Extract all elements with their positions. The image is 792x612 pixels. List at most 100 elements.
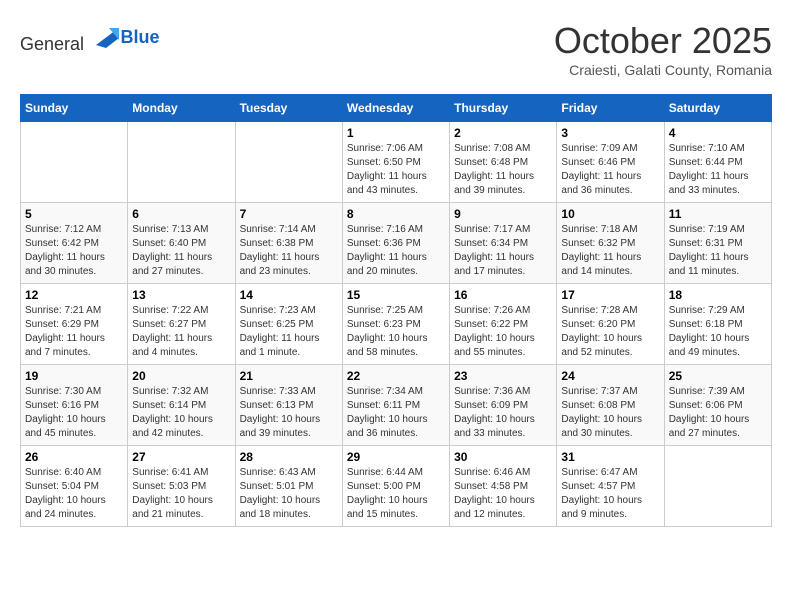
day-info: Sunrise: 7:13 AM Sunset: 6:40 PM Dayligh… (132, 223, 230, 279)
calendar-cell: 18 Sunrise: 7:29 AM Sunset: 6:18 PM Dayli… (664, 284, 771, 365)
day-info: Sunrise: 6:47 AM Sunset: 4:57 PM Dayligh… (561, 466, 659, 522)
calendar-week-row: 26Sunrise: 6:40 AM Sunset: 5:04 PM Dayli… (21, 446, 772, 527)
day-number: 11 (669, 207, 767, 221)
day-number: 8 (347, 207, 445, 221)
calendar-cell: 19 Sunrise: 7:30 AM Sunset: 6:16 PM Dayli… (21, 365, 128, 446)
weekday-header-friday: Friday (557, 95, 664, 122)
day-number: 3 (561, 126, 659, 140)
day-number: 7 (240, 207, 338, 221)
day-number: 10 (561, 207, 659, 221)
day-info: Sunrise: 7:17 AM Sunset: 6:34 PM Dayligh… (454, 223, 552, 279)
logo-blue: Blue (121, 27, 160, 47)
calendar-cell: 1 Sunrise: 7:06 AM Sunset: 6:50 PM Daylig… (342, 122, 449, 203)
calendar-cell: 2 Sunrise: 7:08 AM Sunset: 6:48 PM Daylig… (450, 122, 557, 203)
calendar-cell: 8 Sunrise: 7:16 AM Sunset: 6:36 PM Daylig… (342, 203, 449, 284)
day-number: 13 (132, 288, 230, 302)
calendar-cell: 16 Sunrise: 7:26 AM Sunset: 6:22 PM Dayli… (450, 284, 557, 365)
day-info: Sunrise: 7:33 AM Sunset: 6:13 PM Dayligh… (240, 385, 338, 441)
calendar-cell: 13 Sunrise: 7:22 AM Sunset: 6:27 PM Dayli… (128, 284, 235, 365)
calendar-cell: 11 Sunrise: 7:19 AM Sunset: 6:31 PM Dayli… (664, 203, 771, 284)
day-info: Sunrise: 7:23 AM Sunset: 6:25 PM Dayligh… (240, 304, 338, 360)
day-number: 23 (454, 369, 552, 383)
calendar-cell: 22Sunrise: 7:34 AM Sunset: 6:11 PM Dayli… (342, 365, 449, 446)
calendar-cell (664, 446, 771, 527)
day-number: 17 (561, 288, 659, 302)
calendar-cell: 14Sunrise: 7:23 AM Sunset: 6:25 PM Dayli… (235, 284, 342, 365)
day-info: Sunrise: 6:44 AM Sunset: 5:00 PM Dayligh… (347, 466, 445, 522)
title-block: October 2025 Craiesti, Galati County, Ro… (554, 20, 772, 78)
day-number: 5 (25, 207, 123, 221)
day-number: 24 (561, 369, 659, 383)
page-header: General Blue October 2025 Craiesti, Gala… (20, 20, 772, 78)
calendar-cell: 23 Sunrise: 7:36 AM Sunset: 6:09 PM Dayli… (450, 365, 557, 446)
day-number: 19 (25, 369, 123, 383)
day-info: Sunrise: 7:14 AM Sunset: 6:38 PM Dayligh… (240, 223, 338, 279)
day-number: 15 (347, 288, 445, 302)
weekday-header-tuesday: Tuesday (235, 95, 342, 122)
day-number: 25 (669, 369, 767, 383)
calendar-cell: 26Sunrise: 6:40 AM Sunset: 5:04 PM Dayli… (21, 446, 128, 527)
calendar-cell: 3 Sunrise: 7:09 AM Sunset: 6:46 PM Daylig… (557, 122, 664, 203)
day-info: Sunrise: 7:28 AM Sunset: 6:20 PM Dayligh… (561, 304, 659, 360)
day-number: 2 (454, 126, 552, 140)
calendar-cell: 20Sunrise: 7:32 AM Sunset: 6:14 PM Dayli… (128, 365, 235, 446)
day-info: Sunrise: 6:41 AM Sunset: 5:03 PM Dayligh… (132, 466, 230, 522)
day-number: 26 (25, 450, 123, 464)
day-number: 29 (347, 450, 445, 464)
calendar-cell (235, 122, 342, 203)
day-number: 22 (347, 369, 445, 383)
day-info: Sunrise: 6:43 AM Sunset: 5:01 PM Dayligh… (240, 466, 338, 522)
calendar-cell: 6 Sunrise: 7:13 AM Sunset: 6:40 PM Daylig… (128, 203, 235, 284)
calendar-week-row: 12Sunrise: 7:21 AM Sunset: 6:29 PM Dayli… (21, 284, 772, 365)
calendar-cell: 15 Sunrise: 7:25 AM Sunset: 6:23 PM Dayli… (342, 284, 449, 365)
calendar-cell: 30Sunrise: 6:46 AM Sunset: 4:58 PM Dayli… (450, 446, 557, 527)
calendar-table: SundayMondayTuesdayWednesdayThursdayFrid… (20, 94, 772, 527)
day-info: Sunrise: 7:30 AM Sunset: 6:16 PM Dayligh… (25, 385, 123, 441)
calendar-cell (21, 122, 128, 203)
day-info: Sunrise: 7:09 AM Sunset: 6:46 PM Dayligh… (561, 142, 659, 198)
calendar-cell: 28 Sunrise: 6:43 AM Sunset: 5:01 PM Dayli… (235, 446, 342, 527)
day-number: 27 (132, 450, 230, 464)
day-number: 16 (454, 288, 552, 302)
calendar-cell: 17 Sunrise: 7:28 AM Sunset: 6:20 PM Dayli… (557, 284, 664, 365)
day-number: 18 (669, 288, 767, 302)
calendar-cell: 7 Sunrise: 7:14 AM Sunset: 6:38 PM Daylig… (235, 203, 342, 284)
day-number: 12 (25, 288, 123, 302)
day-info: Sunrise: 7:36 AM Sunset: 6:09 PM Dayligh… (454, 385, 552, 441)
day-info: Sunrise: 7:12 AM Sunset: 6:42 PM Dayligh… (25, 223, 123, 279)
day-number: 1 (347, 126, 445, 140)
calendar-cell: 31 Sunrise: 6:47 AM Sunset: 4:57 PM Dayli… (557, 446, 664, 527)
day-info: Sunrise: 7:16 AM Sunset: 6:36 PM Dayligh… (347, 223, 445, 279)
day-number: 28 (240, 450, 338, 464)
day-info: Sunrise: 7:37 AM Sunset: 6:08 PM Dayligh… (561, 385, 659, 441)
calendar-week-row: 19 Sunrise: 7:30 AM Sunset: 6:16 PM Dayli… (21, 365, 772, 446)
weekday-header-saturday: Saturday (664, 95, 771, 122)
day-number: 4 (669, 126, 767, 140)
day-number: 31 (561, 450, 659, 464)
day-info: Sunrise: 7:06 AM Sunset: 6:50 PM Dayligh… (347, 142, 445, 198)
day-info: Sunrise: 7:18 AM Sunset: 6:32 PM Dayligh… (561, 223, 659, 279)
day-info: Sunrise: 7:19 AM Sunset: 6:31 PM Dayligh… (669, 223, 767, 279)
day-info: Sunrise: 7:39 AM Sunset: 6:06 PM Dayligh… (669, 385, 767, 441)
day-info: Sunrise: 6:46 AM Sunset: 4:58 PM Dayligh… (454, 466, 552, 522)
day-info: Sunrise: 7:26 AM Sunset: 6:22 PM Dayligh… (454, 304, 552, 360)
calendar-cell: 4 Sunrise: 7:10 AM Sunset: 6:44 PM Daylig… (664, 122, 771, 203)
day-info: Sunrise: 7:22 AM Sunset: 6:27 PM Dayligh… (132, 304, 230, 360)
calendar-cell: 29 Sunrise: 6:44 AM Sunset: 5:00 PM Dayli… (342, 446, 449, 527)
calendar-cell: 5 Sunrise: 7:12 AM Sunset: 6:42 PM Daylig… (21, 203, 128, 284)
calendar-week-row: 1 Sunrise: 7:06 AM Sunset: 6:50 PM Daylig… (21, 122, 772, 203)
day-info: Sunrise: 7:10 AM Sunset: 6:44 PM Dayligh… (669, 142, 767, 198)
calendar-week-row: 5 Sunrise: 7:12 AM Sunset: 6:42 PM Daylig… (21, 203, 772, 284)
day-number: 6 (132, 207, 230, 221)
weekday-header-row: SundayMondayTuesdayWednesdayThursdayFrid… (21, 95, 772, 122)
day-info: Sunrise: 7:29 AM Sunset: 6:18 PM Dayligh… (669, 304, 767, 360)
day-info: Sunrise: 7:25 AM Sunset: 6:23 PM Dayligh… (347, 304, 445, 360)
location-subtitle: Craiesti, Galati County, Romania (554, 62, 772, 78)
calendar-cell: 27 Sunrise: 6:41 AM Sunset: 5:03 PM Dayli… (128, 446, 235, 527)
calendar-cell: 12Sunrise: 7:21 AM Sunset: 6:29 PM Dayli… (21, 284, 128, 365)
calendar-cell (128, 122, 235, 203)
weekday-header-wednesday: Wednesday (342, 95, 449, 122)
weekday-header-thursday: Thursday (450, 95, 557, 122)
day-info: Sunrise: 7:08 AM Sunset: 6:48 PM Dayligh… (454, 142, 552, 198)
logo-general: General (20, 34, 84, 54)
